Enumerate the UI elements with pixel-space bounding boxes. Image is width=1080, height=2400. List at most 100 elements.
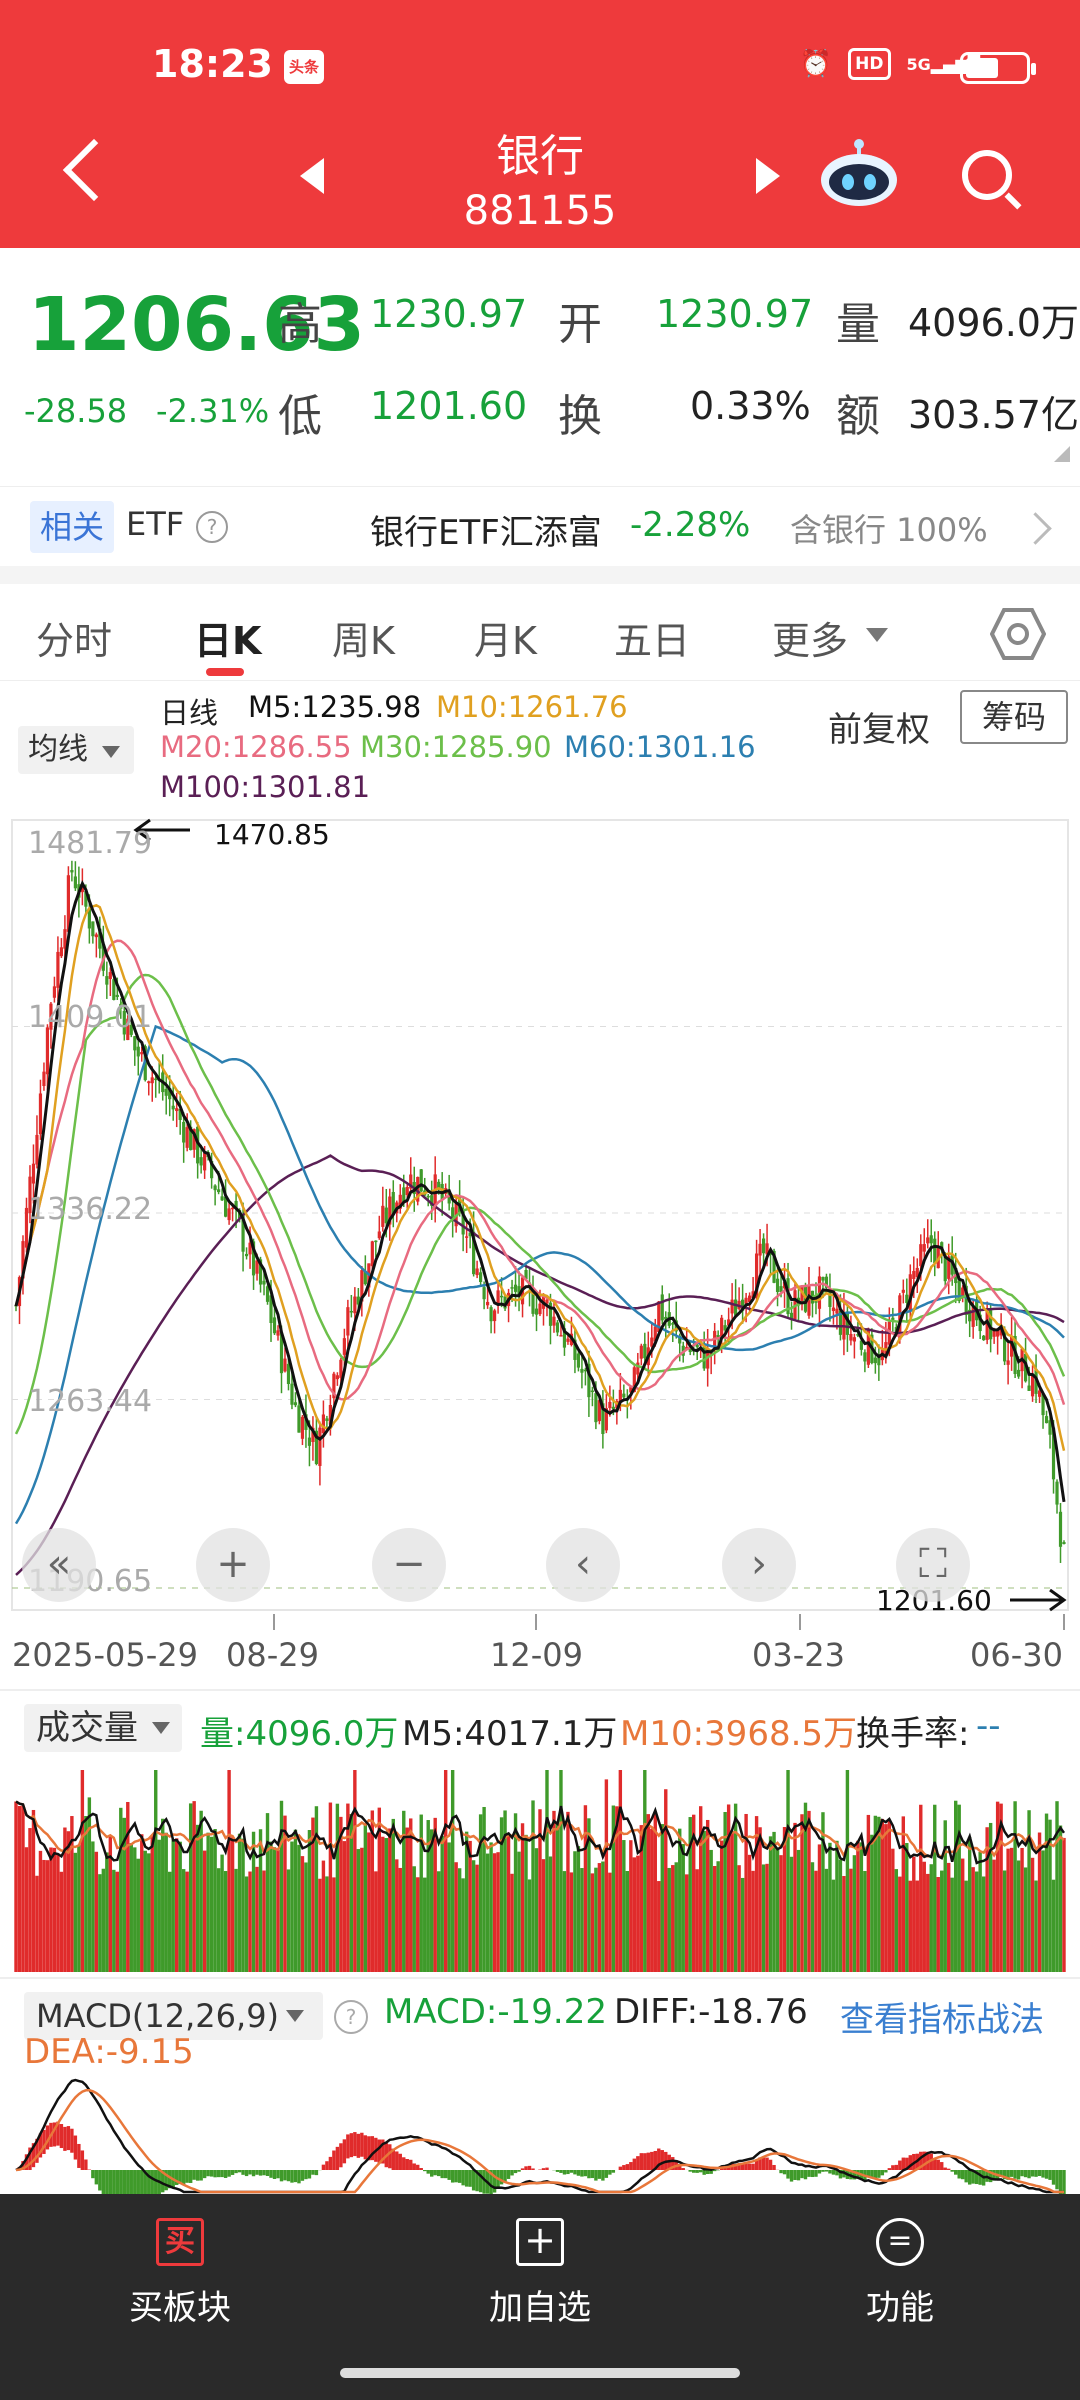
candle-body: [164, 1088, 168, 1096]
candle-body: [31, 1163, 36, 1184]
candle-body: [821, 1276, 825, 1281]
candle-body: [590, 1390, 594, 1393]
macd-bar: [402, 2157, 406, 2170]
y-tick-label: 1336.22: [28, 1192, 153, 1227]
kline-chart[interactable]: [0, 0, 1080, 2194]
zoom-out-button[interactable]: −: [372, 1528, 446, 1602]
volume-bar: [545, 1770, 549, 1972]
candle-body: [929, 1235, 933, 1244]
candle-body: [730, 1299, 734, 1314]
macd-bar: [580, 2170, 584, 2177]
x-date-label: 08-29: [226, 1636, 319, 1674]
volume-bar: [947, 1862, 951, 1972]
volume-bar: [199, 1810, 203, 1972]
candle-body: [94, 934, 98, 938]
macd-bar: [290, 2170, 294, 2183]
macd-bar: [1016, 2170, 1021, 2180]
macd-bar: [112, 2170, 116, 2194]
candle-body: [307, 1437, 312, 1446]
macd-bar: [206, 2170, 210, 2177]
candle-body: [475, 1268, 479, 1276]
macd-bar: [779, 2170, 783, 2174]
volume-bar: [800, 1814, 804, 1972]
volume-bar: [430, 1829, 434, 1972]
macd-bar: [583, 2170, 588, 2177]
volume-bar: [241, 1838, 245, 1972]
macd-value: MACD:-19.22: [384, 1992, 607, 2032]
candle-body: [377, 1231, 381, 1239]
volume-bar: [164, 1832, 168, 1972]
macd-bar: [73, 2135, 78, 2160]
macd-bar: [440, 2170, 444, 2179]
buy-sector-button[interactable]: 买 买板块: [80, 2218, 280, 2329]
volume-bar: [157, 1839, 161, 1972]
volume-bar: [894, 1869, 899, 1972]
volume-bar: [548, 1856, 553, 1972]
buy-icon: 买: [156, 2218, 204, 2266]
candle-body: [922, 1244, 926, 1252]
macd-bar: [430, 2170, 434, 2177]
volume-bar: [726, 1804, 731, 1972]
fullscreen-icon: ⛶: [919, 1541, 947, 1587]
candle-body: [1030, 1375, 1035, 1397]
turnover-rate-label: 换手率:: [856, 1714, 970, 1754]
volume-bar: [601, 1861, 605, 1972]
volume-bar: [901, 1816, 906, 1972]
volume-m5: M5:4017.1万: [402, 1714, 618, 1754]
volume-bar: [950, 1877, 954, 1972]
macd-bar: [873, 2170, 878, 2179]
macd-bar: [126, 2170, 130, 2194]
macd-bar: [80, 2150, 85, 2170]
pan-left-button[interactable]: ‹: [546, 1528, 620, 1602]
volume-bar: [28, 1828, 32, 1972]
volume-bar: [761, 1864, 766, 1972]
candle-body: [426, 1195, 430, 1198]
macd-bar: [304, 2170, 308, 2180]
candle-body: [108, 972, 112, 979]
macd-bar: [471, 2170, 476, 2191]
macd-bar: [1058, 2170, 1063, 2194]
bottom-action-bar: 买 买板块 + 加自选 = 功能: [0, 2194, 1080, 2400]
x-date-label: 06-30: [970, 1636, 1063, 1674]
volume-bar: [395, 1859, 399, 1972]
macd-bar: [880, 2170, 885, 2176]
macd-bar: [185, 2170, 189, 2183]
fullscreen-button[interactable]: ⛶: [896, 1528, 970, 1602]
help-icon[interactable]: ?: [334, 2000, 368, 2034]
candle-body: [52, 986, 57, 998]
chart-frame: [11, 819, 1069, 1611]
volume-bar: [115, 1871, 120, 1972]
volume-bar: [629, 1840, 633, 1972]
volume-bar: [440, 1835, 444, 1972]
volume-bar: [737, 1865, 741, 1972]
macd-bar: [457, 2170, 462, 2183]
add-watchlist-button[interactable]: + 加自选: [440, 2218, 640, 2329]
volume-bar: [590, 1873, 595, 1972]
zoom-in-button[interactable]: +: [196, 1528, 270, 1602]
candle-body: [175, 1108, 179, 1112]
macd-bar: [363, 2135, 368, 2160]
candle-body: [35, 1134, 39, 1165]
volume-bar: [838, 1859, 843, 1972]
macd-strategy-link[interactable]: 查看指标战法: [840, 1992, 1044, 2041]
macd-bar: [307, 2170, 312, 2179]
pan-right-button[interactable]: ›: [722, 1528, 796, 1602]
volume-bar: [660, 1824, 664, 1972]
home-indicator[interactable]: [340, 2368, 740, 2378]
macd-bar: [188, 2170, 193, 2183]
volume-bar: [562, 1871, 567, 1972]
macd-bar: [468, 2170, 472, 2187]
macd-bar: [636, 2156, 640, 2170]
macd-bar: [629, 2162, 633, 2170]
volume-bar: [608, 1872, 612, 1972]
candle-body: [835, 1308, 839, 1314]
macd-bar: [101, 2170, 106, 2194]
volume-bar: [1030, 1857, 1035, 1972]
volume-bar: [77, 1844, 81, 1972]
functions-button[interactable]: = 功能: [800, 2218, 1000, 2329]
macd-bar: [887, 2168, 892, 2170]
candle-body: [496, 1290, 500, 1304]
zoom-out-far-button[interactable]: «: [22, 1528, 96, 1602]
volume-bar: [625, 1870, 630, 1972]
volume-bar: [304, 1862, 308, 1972]
